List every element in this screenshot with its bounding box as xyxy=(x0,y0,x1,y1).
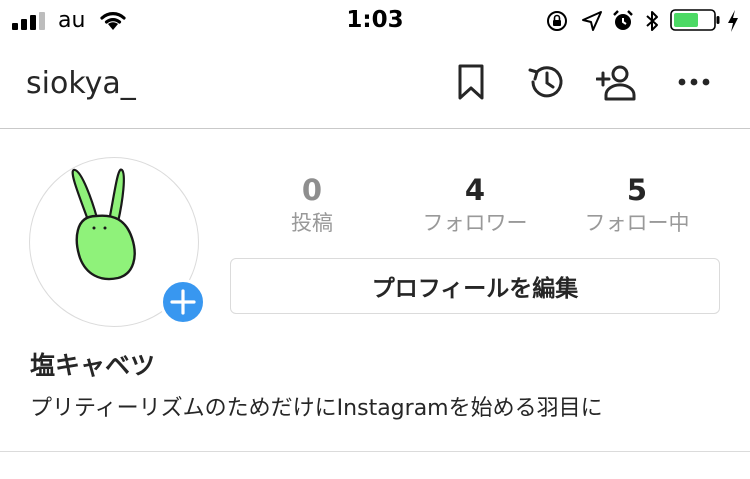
bluetooth-icon xyxy=(646,11,658,31)
following-label: フォロー中 xyxy=(584,211,690,235)
following-count: 5 xyxy=(626,173,648,207)
more-icon[interactable] xyxy=(675,62,715,102)
status-bar: au 1:03 xyxy=(0,0,750,42)
alarm-icon xyxy=(613,10,633,30)
charging-icon xyxy=(728,10,738,32)
bio-text: プリティーリズムのためだけにInstagramを始める羽目に xyxy=(30,396,603,421)
display-name: 塩キャベツ xyxy=(30,351,156,380)
orientation-lock-icon xyxy=(547,11,567,31)
location-icon xyxy=(582,11,602,31)
username: siokya_ xyxy=(26,66,136,101)
posts-count: 0 xyxy=(301,173,323,207)
add-person-icon[interactable] xyxy=(596,62,636,102)
section-divider xyxy=(0,451,750,452)
followers-label: フォロワー xyxy=(422,211,528,235)
profile-header: siokya_ xyxy=(0,42,750,129)
history-icon[interactable] xyxy=(525,62,565,102)
stat-followers[interactable]: 4 フォロワー xyxy=(390,172,560,238)
stat-posts[interactable]: 0 投稿 xyxy=(227,172,397,238)
add-story-button[interactable] xyxy=(160,279,206,325)
plus-icon xyxy=(170,289,196,315)
status-time: 1:03 xyxy=(346,7,404,33)
battery-icon xyxy=(670,9,720,31)
followers-count: 4 xyxy=(464,173,486,207)
stat-following[interactable]: 5 フォロー中 xyxy=(552,172,722,238)
bookmark-icon[interactable] xyxy=(452,62,492,102)
posts-label: 投稿 xyxy=(291,211,333,235)
edit-profile-button[interactable]: プロフィールを編集 xyxy=(230,258,720,314)
